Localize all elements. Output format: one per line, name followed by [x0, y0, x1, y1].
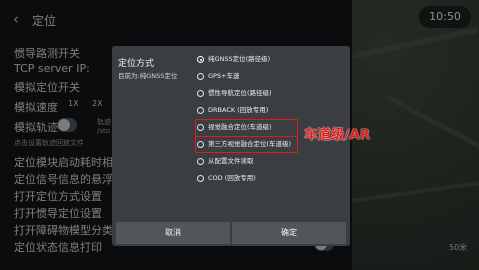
- option-gps-speed[interactable]: GPS+车速: [197, 71, 347, 85]
- option-drback[interactable]: DRBACK (回放专用): [197, 105, 347, 119]
- highlight-divider: [195, 136, 298, 153]
- option-cod[interactable]: COD (回放专用): [197, 173, 347, 187]
- radio-icon: [197, 107, 204, 114]
- cancel-button[interactable]: 取消: [116, 222, 230, 244]
- dialog-title: 定位方式: [118, 59, 155, 69]
- option-inertial-nav[interactable]: 惯性导航定位(路径级): [197, 88, 347, 102]
- option-gnss[interactable]: 纯GNSS定位(路径级): [197, 54, 347, 68]
- option-config-file[interactable]: 从配置文件读取: [197, 156, 347, 170]
- radio-selected-icon: [197, 56, 204, 63]
- radio-icon: [197, 73, 204, 80]
- radio-icon: [197, 90, 204, 97]
- radio-icon: [197, 158, 204, 165]
- radio-icon: [197, 175, 204, 182]
- dialog-current-mode: 目前为:纯GNSS定位: [118, 72, 178, 80]
- confirm-button[interactable]: 确定: [232, 222, 346, 244]
- annotation-label: 车道级/AR: [304, 127, 371, 143]
